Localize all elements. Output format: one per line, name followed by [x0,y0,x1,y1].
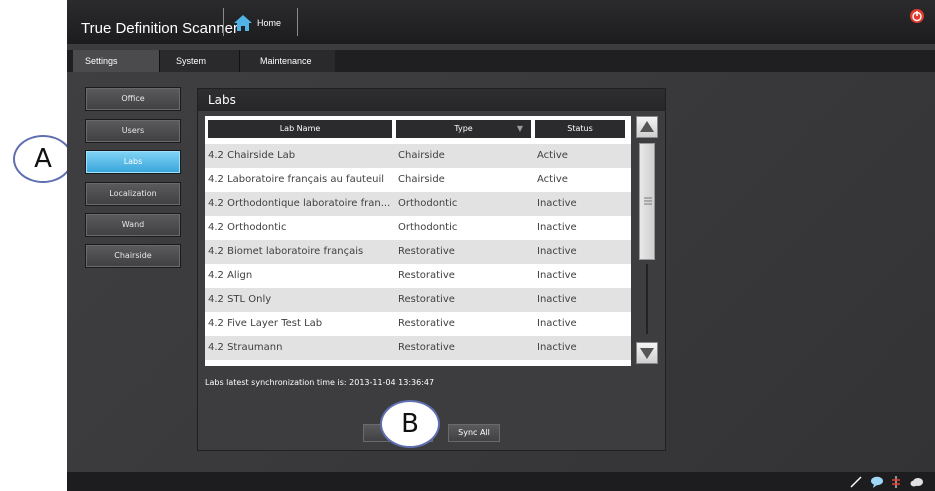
cell-lab-name: 4.2 Laboratoire français au fauteuil [208,174,385,185]
column-header-label: Type [454,124,473,133]
cell-lab-name: 4.2 Five Layer Test Lab [208,318,323,329]
scroll-up-icon [640,121,654,132]
scroll-down-icon [640,348,654,359]
tab-settings[interactable]: Settings [73,50,159,72]
cell-type: Orthodontic [398,222,458,233]
cell-lab-name: 4.2 Biomet laboratoire français [208,246,364,257]
cell-status: Inactive [537,198,577,209]
table-row[interactable]: 4.2 STL Only Restorative Inactive [205,288,631,312]
scrollbar-thumb[interactable] [639,143,655,260]
column-header-status[interactable]: Status [535,120,625,138]
app-title: True Definition Scanner [81,20,239,37]
cell-status: Inactive [537,294,577,305]
cell-status: Inactive [537,318,577,329]
scroll-up-button[interactable] [636,116,658,138]
status-bar [67,472,935,491]
cell-type: Chairside [398,150,445,161]
cloud-icon[interactable] [910,477,924,487]
cell-status: Inactive [537,342,577,353]
sidebar-item-users[interactable]: Users [85,119,181,143]
sort-down-icon: ▼ [516,124,523,133]
callout-b: B [380,400,440,448]
table-row[interactable]: 4.2 Laboratoire français au fauteuil Cha… [205,168,631,192]
cell-type: Restorative [398,270,455,281]
chat-icon[interactable] [870,476,884,488]
tab-label: Settings [85,56,118,66]
table-row[interactable]: 4.2 Orthodontique laboratoire fran... Or… [205,192,631,216]
tab-label: Maintenance [260,56,312,66]
table-row[interactable]: 4.2 Biomet laboratoire français Restorat… [205,240,631,264]
sync-all-button[interactable]: Sync All [448,424,500,442]
table-row[interactable]: 4.2 Align Restorative Inactive [205,264,631,288]
tab-maintenance[interactable]: Maintenance [239,50,335,72]
cell-lab-name: 4.2 Orthodontique laboratoire fran... [208,198,391,209]
cell-type: Restorative [398,318,455,329]
scanner-screen: True Definition Scanner Home Settings Sy… [67,0,935,491]
sidebar-item-wand[interactable]: Wand [85,213,181,237]
tab-label: System [176,56,207,66]
sidebar-item-localization[interactable]: Localization [85,182,181,206]
home-icon [233,14,253,36]
sync-status-text: Labs latest synchronization time is: 201… [205,378,435,387]
cell-status: Active [537,174,568,185]
cell-type: Restorative [398,342,455,353]
sidebar-item-labs[interactable]: Labs [85,150,181,174]
cell-type: Restorative [398,294,455,305]
table-row[interactable]: 4.2 Straumann Restorative Inactive [205,336,631,360]
cell-type: Restorative [398,246,455,257]
scroll-down-button[interactable] [636,342,658,364]
cell-type: Chairside [398,174,445,185]
cell-type: Orthodontic [398,198,458,209]
column-header-lab-name[interactable]: Lab Name [208,120,392,138]
table-row[interactable]: 4.2 Chairside Lab Chairside Active [205,144,631,168]
column-header-label: Lab Name [279,124,321,133]
pen-icon[interactable] [849,476,863,488]
sidebar-item-chairside[interactable]: Chairside [85,244,181,268]
scrollbar-track [646,264,648,334]
labs-table: Lab Name Type ▼ Status 4.2 Chairside Lab… [205,116,631,366]
labs-panel: Labs Lab Name Type ▼ Status 4.2 Chairsid… [197,88,666,451]
power-icon[interactable] [909,8,925,28]
column-header-label: Status [567,124,593,133]
sidebar-item-office[interactable]: Office [85,87,181,111]
title-separator [297,8,298,36]
cell-status: Inactive [537,222,577,233]
cell-status: Active [537,150,568,161]
table-row[interactable]: 4.2 Five Layer Test Lab Restorative Inac… [205,312,631,336]
tab-system[interactable]: System [159,50,239,72]
grip-icon [644,197,652,205]
title-separator [223,8,224,36]
cell-lab-name: 4.2 Chairside Lab [208,150,296,161]
cell-lab-name: 4.2 Align [208,270,253,281]
cell-status: Inactive [537,270,577,281]
callout-a: A [13,135,73,183]
cell-lab-name: 4.2 Orthodontic [208,222,287,233]
table-scrollbar[interactable] [636,116,660,366]
network-icon[interactable] [890,475,902,489]
home-label: Home [257,18,282,28]
column-header-type[interactable]: Type ▼ [396,120,531,138]
labs-panel-title: Labs [198,89,665,111]
tab-bar: Settings System Maintenance [67,50,935,72]
cell-lab-name: 4.2 Straumann [208,342,283,353]
cell-status: Inactive [537,246,577,257]
table-row[interactable]: 4.2 Orthodontic Orthodontic Inactive [205,216,631,240]
title-bar: True Definition Scanner Home [67,0,935,44]
home-button[interactable]: Home [233,12,295,36]
cell-lab-name: 4.2 STL Only [208,294,272,305]
